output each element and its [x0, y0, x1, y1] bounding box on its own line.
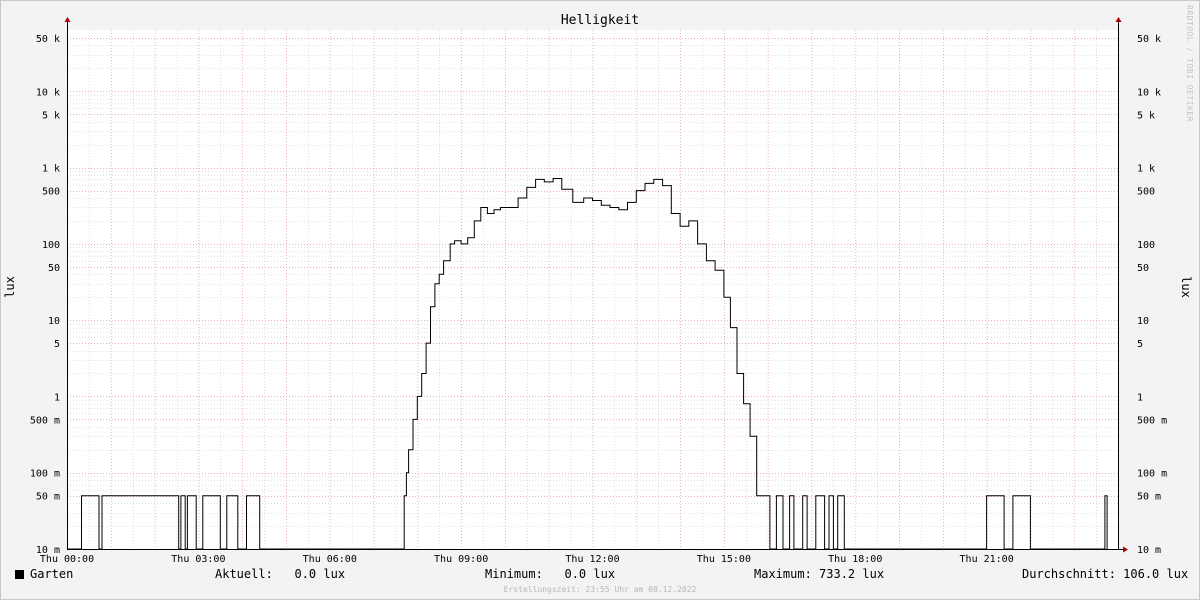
y-axis-label-left: lux: [3, 276, 17, 298]
chart: Helligkeit lux lux 50 k 50 k 10 k 10 k 5 k 5 …: [3, 13, 1193, 565]
y-tick-label-right: 10 k: [1137, 87, 1161, 98]
x-tick-label: Thu 00:00: [40, 554, 94, 565]
average-label: Durchschnitt:: [1022, 567, 1116, 581]
current-value: 0.0 lux: [294, 567, 346, 581]
maximum-value: 733.2 lux: [819, 567, 885, 581]
x-tick-label: Thu 09:00: [434, 554, 488, 565]
x-tick-label: Thu 12:00: [565, 554, 619, 565]
plot-canvas: [67, 30, 1118, 549]
average-value: 106.0 lux: [1123, 567, 1189, 581]
y-tick-label-right: 50: [1137, 263, 1149, 274]
chart-title: Helligkeit: [561, 13, 639, 28]
y-tick-label-left: 500 m: [30, 415, 60, 426]
creation-time-footer: Erstellungszeit: 23:55 Uhr am 08.12.2022: [503, 585, 697, 594]
y-tick-label-left: 10 k: [36, 87, 60, 98]
y-tick-label-right: 100 m: [1137, 469, 1167, 480]
legend-minimum: Minimum: 0.0 lux: [485, 567, 615, 581]
y-axis-label-right: lux: [1179, 276, 1193, 298]
y-tick-label-left: 50 m: [36, 492, 60, 503]
y-tick-label-left: 100: [42, 240, 60, 251]
y-tick-label-right: 10: [1137, 316, 1149, 327]
y-axis-arrow-right: [1115, 17, 1122, 22]
rrdtool-watermark: RRDTOOL / TOBI OETIKER: [1185, 5, 1194, 122]
y-tick-label-right: 1 k: [1137, 164, 1155, 175]
y-tick-label-left: 1: [54, 392, 60, 403]
minimum-value: 0.0 lux: [564, 567, 616, 581]
y-tick-label-right: 50 k: [1137, 34, 1161, 45]
minimum-label: Minimum:: [485, 567, 543, 581]
y-tick-label-right: 10 m: [1137, 545, 1161, 556]
y-tick-label-right: 1: [1137, 392, 1143, 403]
y-tick-label-left: 50 k: [36, 34, 60, 45]
grid: [67, 30, 1119, 550]
y-tick-label-left: 500: [42, 187, 60, 198]
current-label: Aktuell:: [215, 567, 273, 581]
x-axis-arrow: [1123, 546, 1128, 553]
x-tick-label: Thu 06:00: [303, 554, 357, 565]
x-tick-label: Thu 03:00: [171, 554, 225, 565]
y-tick-label-right: 50 m: [1137, 492, 1161, 503]
legend-series-name: Garten: [30, 567, 74, 581]
y-tick-label-left: 10: [48, 316, 60, 327]
legend-current: Aktuell: 0.0 lux: [215, 567, 345, 581]
y-axis-arrow-left: [64, 17, 71, 22]
x-tick-label: Thu 21:00: [960, 554, 1014, 565]
y-tick-label-left: 5: [54, 339, 60, 350]
y-tick-label-left: 50: [48, 263, 60, 274]
y-tick-label-right: 5 k: [1137, 110, 1155, 121]
y-tick-label-right: 500 m: [1137, 415, 1167, 426]
legend-maximum: Maximum: 733.2 lux: [754, 567, 884, 581]
y-tick-label-right: 100: [1137, 240, 1155, 251]
y-tick-label-left: 1 k: [42, 164, 60, 175]
x-tick-label: Thu 15:00: [697, 554, 751, 565]
y-tick-label-left: 5 k: [42, 110, 60, 121]
y-tick-label-right: 500: [1137, 187, 1155, 198]
maximum-label: Maximum:: [754, 567, 812, 581]
legend-swatch: [15, 570, 24, 579]
x-tick-label: Thu 18:00: [828, 554, 882, 565]
y-tick-label-right: 5: [1137, 339, 1143, 350]
legend-average: Durchschnitt: 106.0 lux: [1022, 567, 1188, 581]
y-tick-label-left: 100 m: [30, 469, 60, 480]
